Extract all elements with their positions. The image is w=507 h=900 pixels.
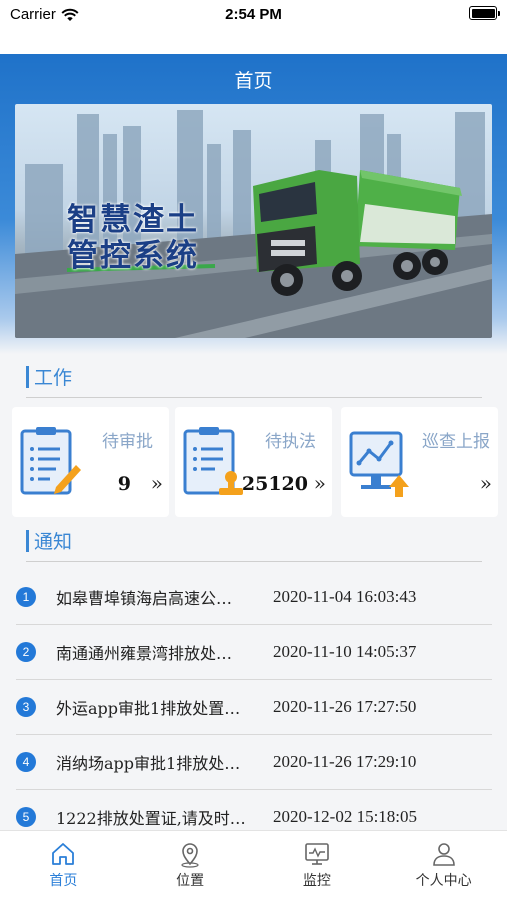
notice-title: 1222排放处置证,请及时… — [56, 809, 246, 828]
tab-bar: 首页 位置 监控 个人中心 — [0, 830, 507, 900]
notice-number-badge: 2 — [16, 642, 36, 662]
notice-title: 外运app审批1排放处置… — [56, 699, 241, 718]
banner-image: 智慧渣土 管控系统 — [15, 104, 492, 338]
monitor-icon — [305, 843, 329, 865]
work-section-title: 工作 — [26, 363, 72, 390]
tab-label: 首页 — [49, 873, 78, 889]
list-item[interactable]: 1 如皋曹埠镇海启高速公… 2020-11-04 16:03:43 — [16, 570, 492, 625]
chevron-double-right-icon: » — [479, 471, 492, 495]
section-divider — [26, 561, 482, 562]
list-item[interactable]: 4 消纳场app审批1排放处… 2020-11-26 17:29:10 — [16, 735, 492, 790]
card-pending-enforcement[interactable]: 待执法 25120 » — [175, 407, 332, 517]
person-icon — [432, 843, 455, 866]
chevron-double-right-icon: » — [150, 471, 163, 495]
card-patrol-report[interactable]: 巡查上报 » — [341, 407, 498, 517]
tab-label: 个人中心 — [415, 873, 472, 889]
section-marker — [26, 529, 29, 552]
tab-profile[interactable]: 个人中心 — [380, 831, 507, 900]
work-section-label: 工作 — [34, 367, 73, 389]
card-label: 待审批 — [102, 432, 153, 452]
tab-location[interactable]: 位置 — [127, 831, 254, 900]
status-time: 2:54 PM — [225, 6, 282, 23]
notice-number-badge: 1 — [16, 587, 36, 607]
tab-home[interactable]: 首页 — [0, 831, 127, 900]
notice-title: 如皋曹埠镇海启高速公… — [56, 589, 233, 608]
notice-title: 消纳场app审批1排放处… — [56, 754, 241, 773]
list-item[interactable]: 3 外运app审批1排放处置… 2020-11-26 17:27:50 — [16, 680, 492, 735]
notice-date: 2020-11-04 16:03:43 — [273, 587, 417, 606]
card-count: 25120 — [241, 473, 308, 495]
battery-icon — [469, 6, 500, 20]
notice-date: 2020-11-10 14:05:37 — [273, 642, 417, 661]
notice-date: 2020-11-26 17:27:50 — [273, 697, 417, 716]
banner-title-line2: 管控系统 — [67, 238, 199, 274]
banner-title-line1: 智慧渣土 — [67, 202, 199, 238]
section-marker — [26, 365, 29, 388]
notice-number-badge: 5 — [16, 807, 36, 827]
page-title: 首页 — [234, 70, 273, 92]
status-bar: Carrier 2:54 PM — [0, 0, 507, 54]
tab-label: 位置 — [176, 873, 205, 889]
chevron-double-right-icon: » — [313, 471, 326, 495]
notice-section-title: 通知 — [26, 527, 72, 554]
notice-date: 2020-11-26 17:29:10 — [273, 752, 417, 771]
notice-section-label: 通知 — [34, 531, 73, 553]
card-label: 待执法 — [265, 432, 316, 452]
notice-number-badge: 3 — [16, 697, 36, 717]
list-item[interactable]: 2 南通通州雍景湾排放处… 2020-11-10 14:05:37 — [16, 625, 492, 680]
location-pin-icon — [181, 843, 199, 868]
section-divider — [26, 397, 482, 398]
banner-title: 智慧渣土 管控系统 — [67, 202, 235, 274]
notice-title: 南通通州雍景湾排放处… — [56, 644, 233, 663]
tab-label: 监控 — [302, 873, 331, 889]
tab-monitor[interactable]: 监控 — [254, 831, 381, 900]
card-pending-approval[interactable]: 待审批 9 » — [12, 407, 169, 517]
card-count: 9 — [117, 473, 131, 495]
home-icon — [52, 843, 75, 865]
card-label: 巡查上报 — [422, 432, 490, 452]
notice-number-badge: 4 — [16, 752, 36, 772]
notice-date: 2020-12-02 15:18:05 — [273, 807, 418, 826]
